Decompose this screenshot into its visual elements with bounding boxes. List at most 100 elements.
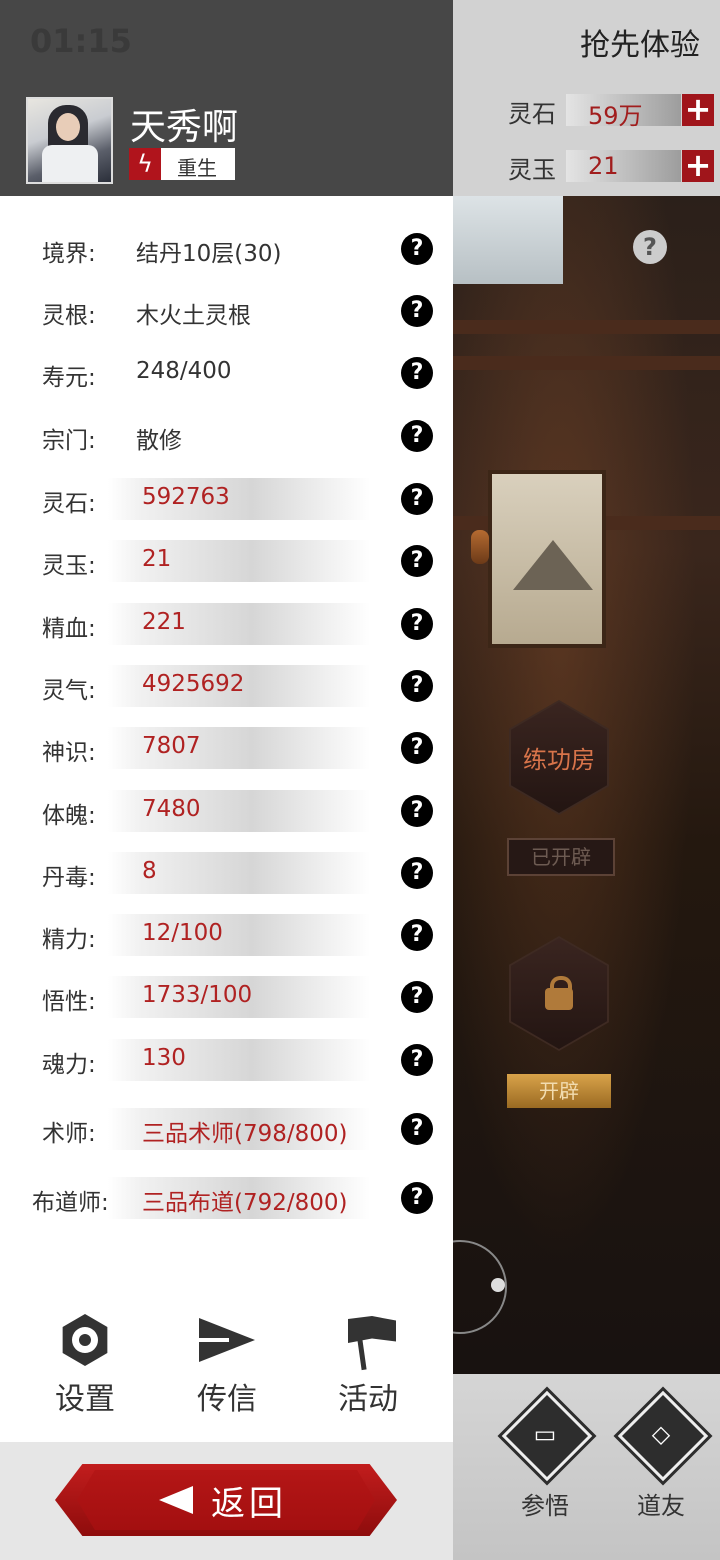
stat-bar: 130 <box>108 1039 370 1081</box>
stat-row-spirit: 神识: 7807 ? <box>0 727 453 771</box>
stat-label: 悟性: <box>42 989 96 1015</box>
rebirth-badge[interactable]: ϟ 重生 <box>129 148 235 180</box>
stat-row-energy: 精力: 12/100 ? <box>0 914 453 958</box>
lock-icon <box>545 976 573 1010</box>
stat-bar: 592763 <box>108 478 370 520</box>
send-icon <box>197 1310 257 1370</box>
help-icon[interactable]: ? <box>401 608 433 640</box>
stat-value: 7480 <box>142 796 201 822</box>
nav-insight-label: 参悟 <box>521 1492 569 1520</box>
add-lingyu-button[interactable]: + <box>682 149 714 182</box>
help-icon[interactable]: ? <box>401 1182 433 1214</box>
settings-label: 设置 <box>55 1382 115 1417</box>
help-icon[interactable]: ? <box>401 919 433 951</box>
resource-label: 灵石 <box>508 100 556 128</box>
resource-value: 21 <box>588 152 619 180</box>
help-icon[interactable]: ? <box>401 233 433 265</box>
stat-row-blood: 精血: 221 ? <box>0 603 453 647</box>
gear-icon <box>55 1310 115 1370</box>
help-icon[interactable]: ? <box>401 357 433 389</box>
stat-value: 结丹10层(30) <box>136 241 282 267</box>
scene-help-icon[interactable]: ? <box>633 230 667 264</box>
locked-room-card[interactable]: 开辟 <box>499 936 619 1126</box>
game-top-bar: 抢先体验 灵石 59万 + 灵玉 21 + <box>453 0 720 196</box>
help-icon[interactable]: ? <box>401 483 433 515</box>
help-icon[interactable]: ? <box>401 670 433 702</box>
stat-value: 130 <box>142 1045 186 1071</box>
game-background: ? 抢先体验 灵石 59万 + 灵玉 21 + 练功房 已开辟 开辟 ▭ 参悟 … <box>453 0 720 1560</box>
nav-friends-label: 道友 <box>637 1492 685 1520</box>
stat-label: 术师: <box>42 1121 96 1147</box>
dial-handle[interactable] <box>491 1278 505 1292</box>
resource-lingyu: 灵玉 21 + <box>453 148 720 188</box>
stat-label: 灵气: <box>42 678 96 704</box>
help-icon[interactable]: ? <box>401 857 433 889</box>
stat-label: 灵玉: <box>42 553 96 579</box>
stat-bar: 1733/100 <box>108 976 370 1018</box>
stat-value: 4925692 <box>142 671 245 697</box>
resource-bar <box>566 150 681 182</box>
stat-bar: 三品术师(798/800) <box>108 1108 370 1150</box>
stat-row-root: 灵根: 木火土灵根 ? <box>0 290 453 334</box>
stat-row-realm: 境界: 结丹10层(30) ? <box>0 228 453 272</box>
stat-value: 木火土灵根 <box>136 303 251 329</box>
stat-bar: 4925692 <box>108 665 370 707</box>
stat-label: 布道师: <box>32 1190 109 1216</box>
stat-row-lingshi: 灵石: 592763 ? <box>0 478 453 522</box>
stat-value: 7807 <box>142 733 201 759</box>
stat-value: 221 <box>142 609 186 635</box>
stat-value: 592763 <box>142 484 230 510</box>
settings-button[interactable]: 设置 <box>25 1300 145 1420</box>
room-status: 已开辟 <box>507 838 615 876</box>
stat-bar: 12/100 <box>108 914 370 956</box>
help-icon[interactable]: ? <box>401 981 433 1013</box>
stat-value: 248/400 <box>136 358 232 384</box>
help-icon[interactable]: ? <box>401 795 433 827</box>
stat-bar: 7807 <box>108 727 370 769</box>
stat-label: 寿元: <box>42 365 96 391</box>
back-label: 返回 <box>211 1484 287 1524</box>
message-button[interactable]: 传信 <box>167 1300 287 1420</box>
help-icon[interactable]: ? <box>401 420 433 452</box>
stat-label: 丹毒: <box>42 865 96 891</box>
add-lingshi-button[interactable]: + <box>682 93 714 126</box>
stat-row-pill-poison: 丹毒: 8 ? <box>0 852 453 896</box>
training-room-card[interactable]: 练功房 已开辟 <box>499 700 619 890</box>
player-name: 天秀啊 <box>130 107 239 148</box>
flag-icon <box>338 1310 398 1371</box>
back-button[interactable]: 返回 <box>55 1464 397 1536</box>
character-panel: 01:15 天秀啊 ϟ 重生 境界: 结丹10层(30) ? 灵根: 木火土灵根… <box>0 0 453 1560</box>
help-icon[interactable]: ? <box>401 1113 433 1145</box>
badge-label: 重生 <box>177 156 217 180</box>
nav-insight[interactable]: ▭ 参悟 <box>485 1374 605 1524</box>
help-icon[interactable]: ? <box>401 295 433 327</box>
stat-row-comprehension: 悟性: 1733/100 ? <box>0 976 453 1020</box>
message-label: 传信 <box>197 1382 257 1417</box>
stat-label: 精血: <box>42 616 96 642</box>
help-icon[interactable]: ? <box>401 1044 433 1076</box>
help-icon[interactable]: ? <box>401 732 433 764</box>
stat-value: 8 <box>142 858 157 884</box>
back-arrow-icon <box>159 1486 193 1514</box>
stat-label: 神识: <box>42 740 96 766</box>
early-access-title[interactable]: 抢先体验 <box>580 20 700 64</box>
roof-edge <box>453 196 563 284</box>
stat-label: 魂力: <box>42 1052 96 1078</box>
lantern-icon <box>471 530 489 564</box>
nav-friends[interactable]: ◇ 道友 <box>601 1374 720 1524</box>
panel-header: 01:15 天秀啊 ϟ 重生 <box>0 0 453 196</box>
stat-row-qi: 灵气: 4925692 ? <box>0 665 453 709</box>
stat-value: 散修 <box>136 428 182 454</box>
status-time: 01:15 <box>30 22 132 60</box>
open-room-button[interactable]: 开辟 <box>507 1074 611 1108</box>
stat-bar: 7480 <box>108 790 370 832</box>
stat-row-preacher: 布道师: 三品布道(792/800) ? <box>0 1177 453 1221</box>
game-bottom-nav: ▭ 参悟 ◇ 道友 <box>453 1374 720 1560</box>
avatar[interactable] <box>26 97 113 184</box>
stat-value: 21 <box>142 546 172 572</box>
stat-row-body: 体魄: 7480 ? <box>0 790 453 834</box>
activity-button[interactable]: 活动 <box>308 1300 428 1420</box>
room-name: 练功房 <box>523 746 595 774</box>
help-icon[interactable]: ? <box>401 545 433 577</box>
stat-row-technician: 术师: 三品术师(798/800) ? <box>0 1108 453 1152</box>
